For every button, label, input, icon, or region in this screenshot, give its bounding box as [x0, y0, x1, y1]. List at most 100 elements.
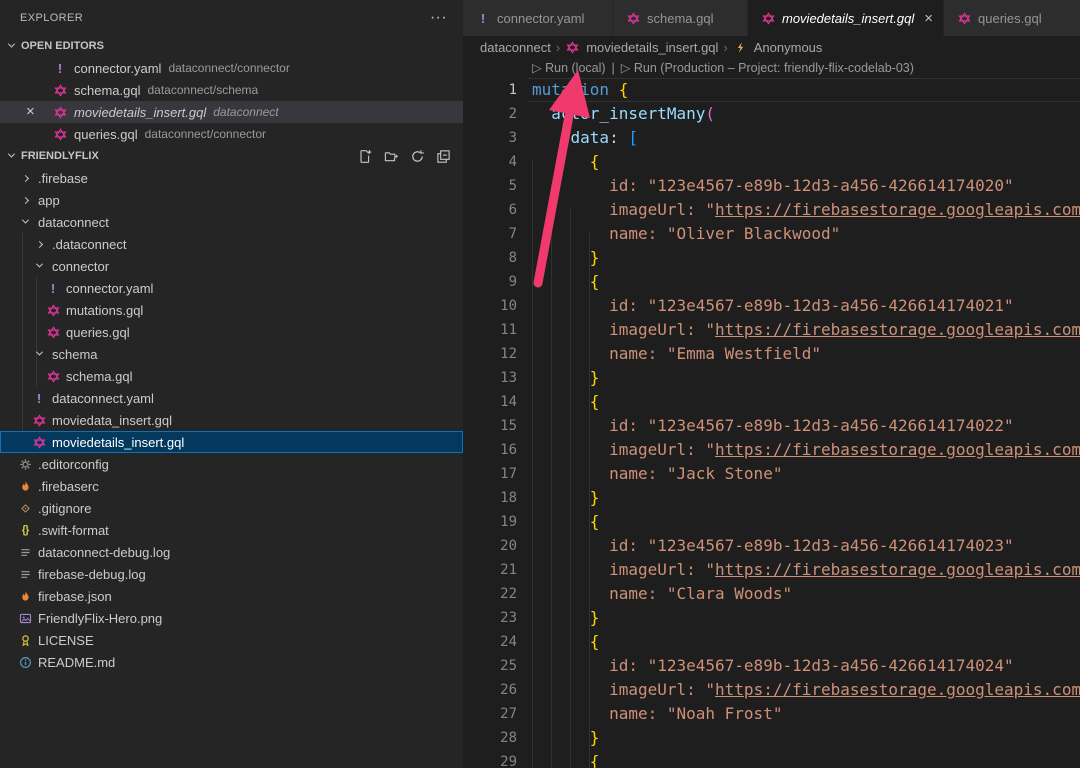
open-editors-header[interactable]: OPEN EDITORS — [0, 35, 463, 57]
code-line-4[interactable]: 4 { — [463, 150, 1080, 174]
tree-item-label: .editorconfig — [38, 457, 109, 472]
code-line-26[interactable]: 26 imageUrl: "https://firebasestorage.go… — [463, 678, 1080, 702]
open-editor-queries.gql[interactable]: queries.gql dataconnect/connector — [0, 123, 463, 145]
code-line-6[interactable]: 6 imageUrl: "https://firebasestorage.goo… — [463, 198, 1080, 222]
log-icon — [16, 568, 34, 581]
code-line-5[interactable]: 5 id: "123e4567-e89b-12d3-a456-426614174… — [463, 174, 1080, 198]
code-line-2[interactable]: 2 actor_insertMany( — [463, 102, 1080, 126]
tree-item-moviedata_insert.gql[interactable]: moviedata_insert.gql — [0, 409, 463, 431]
tree-item-.swift-format[interactable]: {} .swift-format — [0, 519, 463, 541]
code-line-3[interactable]: 3 data: [ — [463, 126, 1080, 150]
tab-schema.gql[interactable]: schema.gql — [613, 0, 748, 36]
tree-item-label: moviedata_insert.gql — [52, 413, 172, 428]
code-line-9[interactable]: 9 { — [463, 270, 1080, 294]
code-line-15[interactable]: 15 id: "123e4567-e89b-12d3-a456-42661417… — [463, 414, 1080, 438]
tree-item-moviedetails_insert.gql[interactable]: moviedetails_insert.gql — [0, 431, 463, 453]
tree-item-label: .swift-format — [38, 523, 109, 538]
code-line-16[interactable]: 16 imageUrl: "https://firebasestorage.go… — [463, 438, 1080, 462]
code-line-10[interactable]: 10 id: "123e4567-e89b-12d3-a456-42661417… — [463, 294, 1080, 318]
code-line-14[interactable]: 14 { — [463, 390, 1080, 414]
code-line-1[interactable]: 1mutation { — [463, 78, 1080, 102]
play-icon: ▷ — [621, 61, 631, 75]
code-line-18[interactable]: 18 } — [463, 486, 1080, 510]
code-line-28[interactable]: 28 } — [463, 726, 1080, 750]
line-number: 9 — [463, 270, 517, 294]
code-line-22[interactable]: 22 name: "Clara Woods" — [463, 582, 1080, 606]
open-editor-moviedetails_insert.gql[interactable]: × moviedetails_insert.gql dataconnect — [0, 101, 463, 123]
tree-item-LICENSE[interactable]: LICENSE — [0, 629, 463, 651]
tree-item-.firebaserc[interactable]: .firebaserc — [0, 475, 463, 497]
tree-item-.gitignore[interactable]: .gitignore — [0, 497, 463, 519]
vscode-window: EXPLORER ··· OPEN EDITORS ! connector.ya… — [0, 0, 1080, 768]
code-line-7[interactable]: 7 name: "Oliver Blackwood" — [463, 222, 1080, 246]
folder-chevron — [16, 198, 34, 203]
tree-item-queries.gql[interactable]: queries.gql — [0, 321, 463, 343]
breadcrumb-item-moviedetails_insert.gql[interactable]: moviedetails_insert.gql — [586, 40, 718, 55]
open-editor-description: dataconnect — [213, 105, 278, 119]
breadcrumb: dataconnect›moviedetails_insert.gql›Anon… — [463, 36, 1080, 58]
run-local-button[interactable]: ▷ Run (local) — [532, 61, 606, 75]
breadcrumb-item-Anonymous[interactable]: Anonymous — [754, 40, 823, 55]
code-line-23[interactable]: 23 } — [463, 606, 1080, 630]
code-line-17[interactable]: 17 name: "Jack Stone" — [463, 462, 1080, 486]
code-line-12[interactable]: 12 name: "Emma Westfield" — [463, 342, 1080, 366]
collapse-all-icon[interactable] — [436, 149, 451, 164]
open-editor-name: queries.gql — [74, 127, 138, 142]
new-file-icon[interactable] — [358, 149, 373, 164]
graphql-icon — [52, 84, 68, 97]
code-line-11[interactable]: 11 imageUrl: "https://firebasestorage.go… — [463, 318, 1080, 342]
code-line-13[interactable]: 13 } — [463, 366, 1080, 390]
code-line-27[interactable]: 27 name: "Noah Frost" — [463, 702, 1080, 726]
code-editor[interactable]: ▷ Run (local)|▷ Run (Production – Projec… — [463, 58, 1080, 768]
tree-item-connector.yaml[interactable]: ! connector.yaml — [0, 277, 463, 299]
code-line-8[interactable]: 8 } — [463, 246, 1080, 270]
tab-moviedetails_insert.gql[interactable]: moviedetails_insert.gql × — [748, 0, 944, 36]
open-editor-schema.gql[interactable]: schema.gql dataconnect/schema — [0, 79, 463, 101]
open-editor-name: moviedetails_insert.gql — [74, 105, 206, 120]
chevron-down-icon — [35, 260, 42, 267]
open-editor-connector.yaml[interactable]: ! connector.yaml dataconnect/connector — [0, 57, 463, 79]
tree-item-dataconnect.yaml[interactable]: ! dataconnect.yaml — [0, 387, 463, 409]
tree-item-schema.gql[interactable]: schema.gql — [0, 365, 463, 387]
tab-connector.yaml[interactable]: ! connector.yaml — [463, 0, 613, 36]
tree-item-app[interactable]: app — [0, 189, 463, 211]
tree-item-README.md[interactable]: README.md — [0, 651, 463, 673]
tree-item-FriendlyFlix-Hero.png[interactable]: FriendlyFlix-Hero.png — [0, 607, 463, 629]
code-line-21[interactable]: 21 imageUrl: "https://firebasestorage.go… — [463, 558, 1080, 582]
tree-item-firebase.json[interactable]: firebase.json — [0, 585, 463, 607]
folder-chevron — [16, 176, 34, 181]
code-line-19[interactable]: 19 { — [463, 510, 1080, 534]
tree-item-firebase-debug.log[interactable]: firebase-debug.log — [0, 563, 463, 585]
workspace-header[interactable]: FRIENDLYFLIX — [0, 145, 463, 167]
tab-queries.gql[interactable]: queries.gql — [944, 0, 1080, 36]
open-editor-description: dataconnect/connector — [168, 61, 289, 75]
breadcrumb-item-dataconnect[interactable]: dataconnect — [480, 40, 551, 55]
tree-item-schema[interactable]: schema — [0, 343, 463, 365]
tree-item-dataconnect[interactable]: dataconnect — [0, 211, 463, 233]
tree-item-connector[interactable]: connector — [0, 255, 463, 277]
graphql-icon — [44, 304, 62, 317]
new-folder-icon[interactable] — [384, 149, 399, 164]
close-icon[interactable]: × — [26, 101, 35, 123]
tree-item-label: dataconnect — [38, 215, 109, 230]
open-editor-name: connector.yaml — [74, 61, 161, 76]
tree-item-dataconnect-debug.log[interactable]: dataconnect-debug.log — [0, 541, 463, 563]
tree-item-.editorconfig[interactable]: .editorconfig — [0, 453, 463, 475]
line-number: 16 — [463, 438, 517, 462]
code-line-20[interactable]: 20 id: "123e4567-e89b-12d3-a456-42661417… — [463, 534, 1080, 558]
close-icon[interactable]: × — [924, 10, 933, 27]
chevron-right-icon — [21, 196, 28, 203]
tree-item-.firebase[interactable]: .firebase — [0, 167, 463, 189]
code-line-25[interactable]: 25 id: "123e4567-e89b-12d3-a456-42661417… — [463, 654, 1080, 678]
refresh-icon[interactable] — [410, 149, 425, 164]
more-actions-icon[interactable]: ··· — [430, 13, 447, 23]
file-tree: .firebase app dataconnect .dataconnect c… — [0, 167, 463, 673]
run-production-button[interactable]: ▷ Run (Production – Project: friendly-fl… — [621, 61, 914, 75]
tree-item-label: schema — [52, 347, 98, 362]
tree-item-.dataconnect[interactable]: .dataconnect — [0, 233, 463, 255]
folder-chevron — [30, 351, 48, 358]
code-line-29[interactable]: 29 { — [463, 750, 1080, 768]
line-number: 11 — [463, 318, 517, 342]
code-line-24[interactable]: 24 { — [463, 630, 1080, 654]
tree-item-mutations.gql[interactable]: mutations.gql — [0, 299, 463, 321]
